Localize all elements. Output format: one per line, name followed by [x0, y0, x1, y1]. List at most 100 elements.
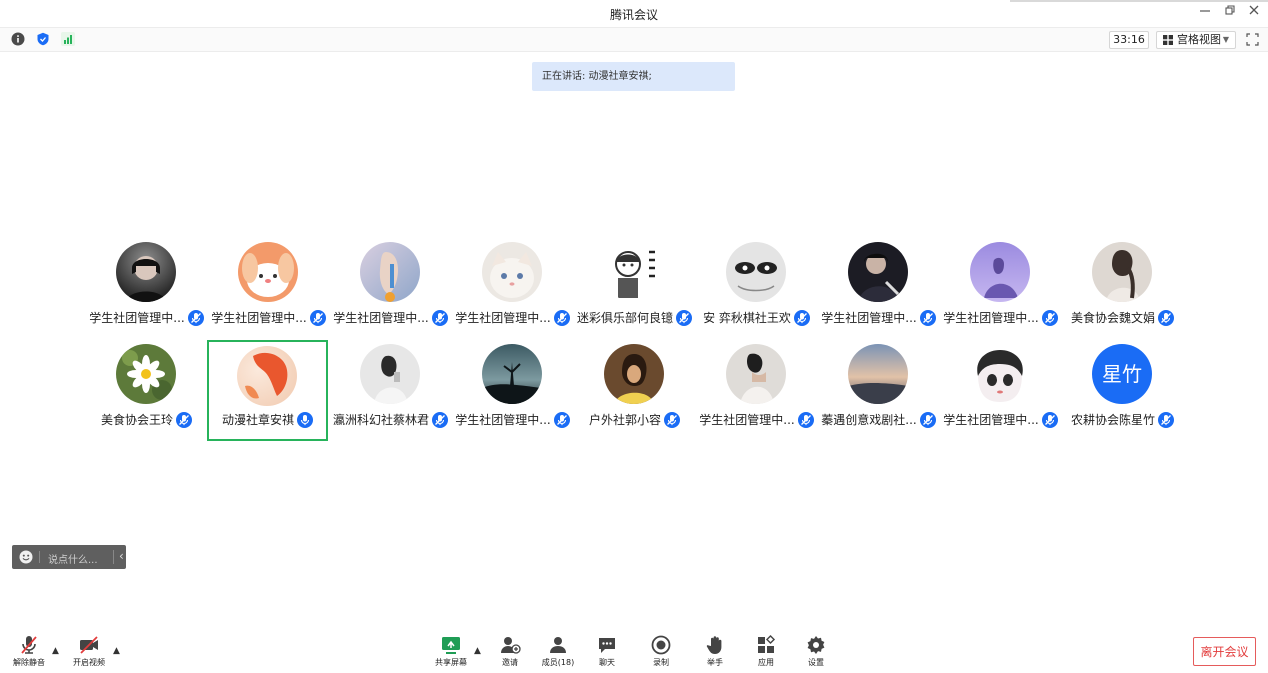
- avatar: [604, 344, 664, 404]
- participant-tile[interactable]: 学生社团管理中...: [818, 242, 939, 343]
- chat-label: 聊天: [599, 658, 615, 667]
- participant-tile[interactable]: 美食协会王玲: [86, 344, 207, 445]
- participant-name: 农耕协会陈星竹: [1070, 413, 1155, 427]
- members-button[interactable]: 成员(18): [533, 634, 583, 672]
- participant-tile[interactable]: 学生社团管理中...: [208, 242, 329, 343]
- participant-tile[interactable]: 学生社团管理中...: [940, 242, 1061, 343]
- chat-button[interactable]: 聊天: [582, 634, 632, 672]
- meeting-toolbar: 33:16 宫格视图 ▼: [0, 27, 1268, 52]
- participant-name: 美食协会魏文娟: [1070, 311, 1155, 325]
- participant-name-row: 迷彩俱乐部何良镱: [574, 309, 695, 326]
- record-button[interactable]: 录制: [636, 634, 686, 672]
- participant-name-row: 学生社团管理中...: [818, 309, 939, 326]
- avatar: [238, 242, 298, 302]
- participant-tile[interactable]: 星竹 农耕协会陈星竹: [1062, 344, 1183, 445]
- avatar: [360, 344, 420, 404]
- share-screen-icon: [442, 637, 460, 654]
- chat-quick-input[interactable]: 说点什么... ‹: [12, 545, 126, 569]
- mic-active-icon: [297, 411, 313, 428]
- participant-name: 学生社团管理中...: [455, 311, 551, 325]
- participant-name: 安 弈秋棋社王欢: [703, 311, 791, 325]
- apps-icon: [758, 634, 776, 653]
- participant-name-row: 动漫社章安祺: [209, 411, 326, 428]
- participant-tile[interactable]: 学生社团管理中...: [86, 242, 207, 343]
- start-video-button[interactable]: 开启视频: [64, 634, 114, 672]
- participant-tile[interactable]: 学生社团管理中...: [330, 242, 451, 343]
- fullscreen-icon[interactable]: [1246, 33, 1259, 46]
- members-icon: [550, 637, 566, 653]
- minimize-button[interactable]: [1194, 4, 1216, 22]
- mic-muted-icon: [553, 411, 570, 428]
- participant-name: 学生社团管理中...: [455, 413, 551, 427]
- participant-tile[interactable]: 迷彩俱乐部何良镱: [574, 242, 695, 343]
- participant-name-row: 学生社团管理中...: [330, 309, 451, 326]
- avatar: [237, 346, 297, 406]
- mic-muted-icon: [1041, 309, 1058, 326]
- apps-button[interactable]: 应用: [741, 634, 791, 672]
- chevron-up-icon[interactable]: ▲: [474, 646, 481, 656]
- mic-muted-icon: [176, 411, 192, 428]
- participant-name-row: 学生社团管理中...: [208, 309, 329, 326]
- participant-tile[interactable]: 安 弈秋棋社王欢: [696, 242, 817, 343]
- avatar: [360, 242, 420, 302]
- leave-meeting-button[interactable]: 离开会议: [1193, 637, 1256, 666]
- share-screen-label: 共享屏幕: [435, 658, 467, 667]
- grid-view-icon: [1163, 35, 1173, 45]
- settings-button[interactable]: 设置: [791, 634, 841, 672]
- mic-muted-icon: [1158, 411, 1174, 428]
- share-screen-button[interactable]: 共享屏幕: [426, 634, 476, 672]
- video-off-icon: [80, 636, 98, 654]
- view-mode-button[interactable]: 宫格视图 ▼: [1156, 31, 1236, 49]
- participant-name-row: 学生社团管理中...: [696, 411, 817, 428]
- mic-muted-icon: [919, 411, 936, 428]
- participant-name-row: 户外社郭小容: [574, 411, 695, 428]
- invite-button[interactable]: 邀请: [485, 634, 535, 672]
- avatar: [116, 344, 176, 404]
- participant-name: 学生社团管理中...: [89, 311, 185, 325]
- mic-muted-icon: [1158, 309, 1174, 326]
- signal-icon[interactable]: [61, 32, 75, 46]
- restore-button[interactable]: [1219, 4, 1241, 22]
- minimize-icon: [1200, 10, 1210, 12]
- participant-tile[interactable]: 学生社团管理中...: [940, 344, 1061, 445]
- chat-icon: [599, 638, 615, 653]
- chevron-left-icon[interactable]: ‹: [119, 549, 124, 563]
- participant-tile[interactable]: 学生社团管理中...: [452, 242, 573, 343]
- mic-muted-icon: [1041, 411, 1058, 428]
- mic-off-icon: [21, 636, 37, 654]
- participant-name: 学生社团管理中...: [211, 311, 307, 325]
- participant-tile-active-speaker[interactable]: 动漫社章安祺: [207, 340, 328, 441]
- chevron-up-icon[interactable]: ▲: [113, 646, 120, 656]
- avatar: [848, 344, 908, 404]
- avatar: [1092, 242, 1152, 302]
- chat-placeholder: 说点什么...: [48, 555, 98, 566]
- settings-label: 设置: [808, 658, 824, 667]
- participant-tile[interactable]: 学生社团管理中...: [696, 344, 817, 445]
- close-button[interactable]: [1243, 4, 1265, 22]
- participant-name-row: 瀛洲科幻社蔡林君: [330, 411, 451, 428]
- chevron-down-icon: ▼: [1222, 35, 1229, 44]
- participant-name: 户外社郭小容: [588, 413, 661, 427]
- emoji-icon[interactable]: [19, 550, 33, 564]
- members-label: 成员(18): [541, 658, 575, 667]
- avatar: [482, 344, 542, 404]
- participant-tile[interactable]: 蓁遇创意戏剧社...: [818, 344, 939, 445]
- participant-name-row: 美食协会魏文娟: [1062, 309, 1183, 326]
- restore-icon: [1225, 5, 1235, 15]
- raise-hand-label: 举手: [707, 658, 723, 667]
- raise-hand-button[interactable]: 举手: [690, 634, 740, 672]
- bottom-control-bar: 解除静音 ▲ 开启视频 ▲ 共享屏幕 ▲ 邀请 成员(18) 聊天 录制 举手 …: [0, 630, 1268, 673]
- unmute-button[interactable]: 解除静音: [4, 634, 54, 672]
- participant-tile[interactable]: 美食协会魏文娟: [1062, 242, 1183, 343]
- chevron-up-icon[interactable]: ▲: [52, 646, 59, 656]
- participant-name-row: 学生社团管理中...: [86, 309, 207, 326]
- info-icon[interactable]: [11, 32, 25, 46]
- participant-name: 美食协会王玲: [100, 413, 173, 427]
- security-shield-icon[interactable]: [36, 32, 50, 46]
- mic-muted-icon: [664, 411, 680, 428]
- participant-name-row: 蓁遇创意戏剧社...: [818, 411, 939, 428]
- participant-name: 蓁遇创意戏剧社...: [821, 413, 917, 427]
- participant-tile[interactable]: 学生社团管理中...: [452, 344, 573, 445]
- participant-tile[interactable]: 瀛洲科幻社蔡林君: [330, 344, 451, 445]
- participant-tile[interactable]: 户外社郭小容: [574, 344, 695, 445]
